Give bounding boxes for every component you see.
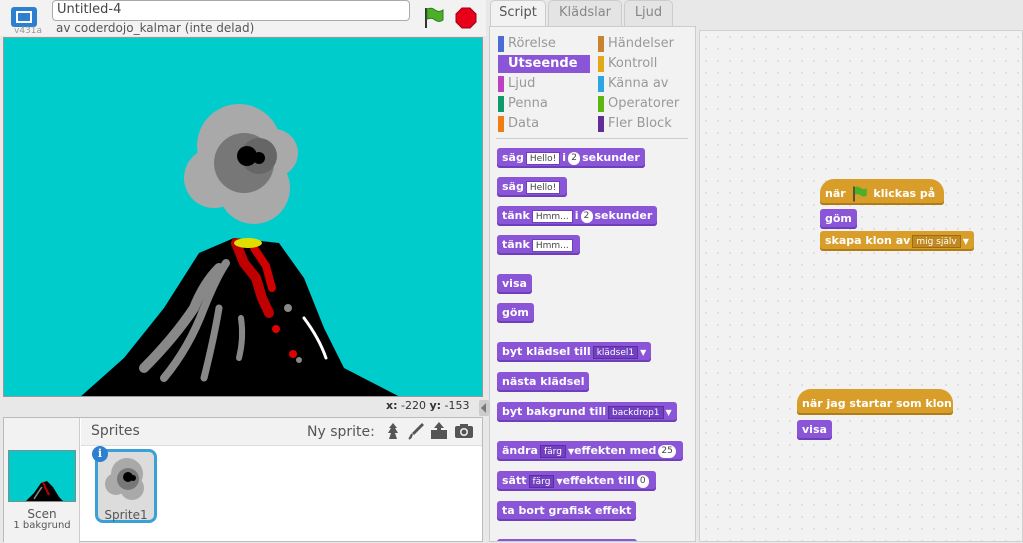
script-when-flag-clicked[interactable]: när klickas på	[820, 179, 944, 205]
block-change-effect[interactable]: ändra färg ▼effekten med 25	[497, 441, 683, 461]
script-create-clone[interactable]: skapa klon av mig själv ▼	[820, 231, 974, 251]
sprite1-image	[105, 458, 144, 500]
script-show[interactable]: visa	[797, 420, 832, 440]
smoke-cloud	[184, 104, 298, 224]
coord-x: -220	[401, 399, 426, 412]
category-pen[interactable]: Penna	[498, 95, 590, 113]
project-owner: av coderdojo_kalmar (inte delad)	[56, 21, 255, 35]
scene-thumbnail[interactable]	[8, 450, 76, 502]
category-list-left: Rörelse Utseende Ljud Penna Data	[498, 35, 590, 133]
category-sensing[interactable]: Känna av	[598, 75, 690, 93]
sprites-panel: Scen 1 bakgrund Sprites Ny sprite: i Spr…	[3, 417, 483, 543]
block-palette: Rörelse Utseende Ljud Penna Data Händels…	[489, 26, 696, 542]
sprite-name: Sprite1	[104, 508, 148, 522]
category-more-blocks[interactable]: Fler Block	[598, 115, 690, 133]
block-switch-costume[interactable]: byt klädsel till klädsel1 ▼	[497, 342, 652, 362]
block-next-costume[interactable]: nästa klädsel	[497, 372, 590, 392]
category-operators[interactable]: Operatorer	[598, 95, 690, 113]
block-think[interactable]: tänk Hmm...	[497, 235, 580, 255]
block-set-effect[interactable]: sätt färg ▼effekten till 0	[497, 471, 656, 491]
sprite-thumbnail-sprite1[interactable]: i Sprite1	[92, 446, 157, 523]
collapse-arrow-icon[interactable]	[479, 400, 489, 416]
mouse-coords: x: -220 y: -153	[386, 399, 470, 412]
sprite-library-icon[interactable]	[383, 421, 403, 441]
block-think-for-secs[interactable]: tänk Hmm... i 2 sekunder	[497, 206, 658, 226]
block-hide[interactable]: göm	[497, 303, 534, 323]
category-list-right: Händelser Kontroll Känna av Operatorer F…	[598, 35, 690, 133]
tab-sounds[interactable]: Ljud	[624, 0, 673, 26]
sprites-header: Sprites Ny sprite:	[81, 418, 482, 446]
block-clear-effects[interactable]: ta bort grafisk effekt	[497, 501, 637, 521]
coord-y: -153	[444, 399, 470, 412]
stage[interactable]	[3, 37, 483, 397]
script-area[interactable]: när klickas på göm skapa klon av mig själ…	[699, 30, 1023, 542]
block-say[interactable]: säg Hello!	[497, 177, 568, 197]
fullscreen-icon[interactable]	[10, 6, 38, 28]
script-when-clone-starts[interactable]: när jag startar som klon	[797, 389, 953, 415]
camera-icon[interactable]	[454, 421, 474, 441]
stage-drawing	[81, 104, 399, 396]
block-switch-backdrop[interactable]: byt bakgrund till backdrop1 ▼	[497, 402, 677, 422]
paint-brush-icon[interactable]	[406, 421, 426, 441]
scene-label: Scen	[27, 507, 57, 521]
category-control[interactable]: Kontroll	[598, 55, 690, 73]
scene-column[interactable]: Scen 1 bakgrund	[4, 418, 80, 543]
green-flag-icon[interactable]	[422, 6, 446, 30]
category-motion[interactable]: Rörelse	[498, 35, 590, 53]
palette-divider	[496, 138, 688, 139]
upload-icon[interactable]	[429, 421, 449, 441]
category-looks[interactable]: Utseende	[498, 55, 590, 73]
sprites-title: Sprites	[91, 423, 140, 439]
block-show[interactable]: visa	[497, 274, 532, 294]
stop-icon[interactable]	[455, 7, 477, 29]
green-flag-icon	[852, 186, 867, 202]
tab-costumes[interactable]: Klädslar	[548, 0, 622, 26]
block-say-for-secs[interactable]: säg Hello! i 2 sekunder	[497, 148, 645, 168]
category-sound[interactable]: Ljud	[498, 75, 590, 93]
category-data[interactable]: Data	[498, 115, 590, 133]
new-sprite-label: Ny sprite:	[307, 424, 375, 440]
project-title-input[interactable]: Untitled-4	[52, 0, 410, 21]
scene-backdrop-count: 1 bakgrund	[13, 520, 71, 531]
tab-script[interactable]: Script	[490, 0, 546, 27]
script-hide[interactable]: göm	[820, 209, 857, 229]
category-events[interactable]: Händelser	[598, 35, 690, 53]
version-label: v431a	[14, 26, 43, 36]
